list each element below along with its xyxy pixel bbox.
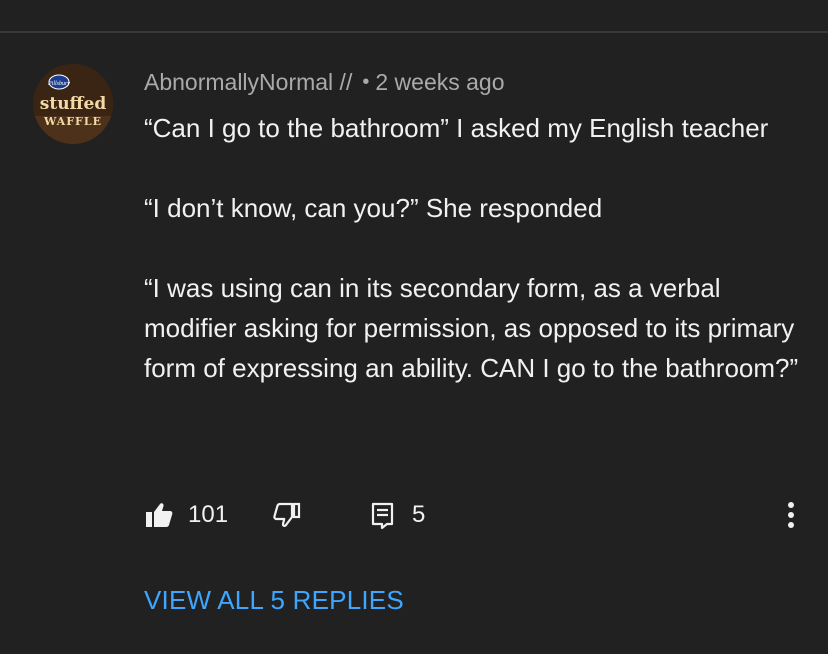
reply-icon <box>371 502 394 529</box>
avatar-brand-line2: WAFFLE <box>43 115 102 128</box>
like-button[interactable] <box>144 500 174 530</box>
comment-paragraph: “Can I go to the bathroom” I asked my En… <box>144 113 769 143</box>
reply-count: 5 <box>412 501 426 528</box>
comment-text: “Can I go to the bathroom” I asked my En… <box>144 108 804 388</box>
top-divider <box>0 31 828 33</box>
stuffed-waffle-avatar-icon: Pillsbury stuffed WAFFLE <box>33 64 113 144</box>
view-replies-button[interactable]: VIEW ALL 5 REPLIES <box>144 585 404 616</box>
thumbs-down-icon <box>273 502 301 528</box>
avatar-brand-line1: stuffed <box>40 94 107 114</box>
meta-separator: • <box>362 70 370 93</box>
dislike-button[interactable] <box>272 500 302 530</box>
reply-button[interactable] <box>368 500 398 530</box>
timestamp[interactable]: 2 weeks ago <box>375 69 504 96</box>
thumbs-up-icon <box>146 503 173 527</box>
like-count: 101 <box>188 501 229 528</box>
comment-header: AbnormallyNormal // • 2 weeks ago <box>144 67 505 97</box>
more-actions-button[interactable] <box>776 497 806 533</box>
comment-paragraph: “I don’t know, can you?” She responded <box>144 193 603 223</box>
avatar-brand-small: Pillsbury <box>47 81 70 87</box>
comment-actions: 101 5 <box>144 497 425 533</box>
avatar[interactable]: Pillsbury stuffed WAFFLE <box>33 64 113 144</box>
more-vertical-icon <box>788 502 794 528</box>
author-name[interactable]: AbnormallyNormal // <box>144 69 352 96</box>
comment-paragraph: “I was using can in its secondary form, … <box>144 273 799 383</box>
